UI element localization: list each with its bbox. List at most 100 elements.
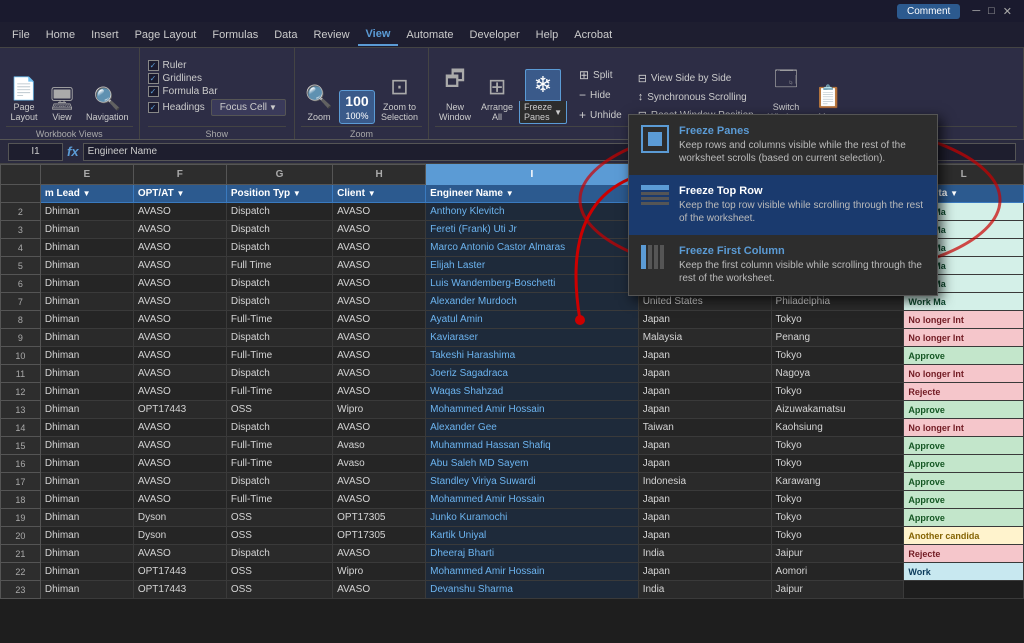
table-cell[interactable]: No longer Int: [904, 365, 1024, 383]
table-cell[interactable]: Dispatch: [226, 275, 332, 293]
headings-checkbox[interactable]: Headings: [148, 99, 205, 116]
table-cell[interactable]: Dispatch: [226, 365, 332, 383]
header-position[interactable]: Position Typ ▼: [226, 185, 332, 203]
table-cell[interactable]: Dispatch: [226, 221, 332, 239]
table-cell[interactable]: Approve: [904, 347, 1024, 365]
table-cell[interactable]: AVASO: [133, 347, 226, 365]
table-cell[interactable]: Dispatch: [226, 329, 332, 347]
table-cell[interactable]: Rejecte: [904, 545, 1024, 563]
table-cell[interactable]: Luis Wandemberg-Boschetti: [426, 275, 639, 293]
tab-home[interactable]: Home: [38, 25, 83, 45]
table-cell[interactable]: Wipro: [333, 563, 426, 581]
table-cell[interactable]: Dispatch: [226, 473, 332, 491]
table-cell[interactable]: Alexander Gee: [426, 419, 639, 437]
table-cell[interactable]: AVASO: [133, 437, 226, 455]
table-cell[interactable]: Avaso: [333, 437, 426, 455]
table-cell[interactable]: Dhiman: [40, 491, 133, 509]
table-cell[interactable]: [904, 581, 1024, 599]
table-cell[interactable]: Takeshi Harashima: [426, 347, 639, 365]
header-opt[interactable]: OPT/AT ▼: [133, 185, 226, 203]
tab-insert[interactable]: Insert: [83, 25, 127, 45]
close-btn[interactable]: ✕: [1003, 5, 1012, 18]
tab-help[interactable]: Help: [528, 25, 567, 45]
table-cell[interactable]: Tokyo: [771, 311, 904, 329]
table-cell[interactable]: Kaohsiung: [771, 419, 904, 437]
table-cell[interactable]: Dyson: [133, 509, 226, 527]
table-cell[interactable]: Aomori: [771, 563, 904, 581]
table-cell[interactable]: OSS: [226, 527, 332, 545]
table-cell[interactable]: Japan: [638, 509, 771, 527]
table-cell[interactable]: Dhiman: [40, 257, 133, 275]
table-cell[interactable]: AVASO: [333, 365, 426, 383]
table-cell[interactable]: AVASO: [333, 347, 426, 365]
table-cell[interactable]: Full-Time: [226, 491, 332, 509]
table-cell[interactable]: Muhammad Hassan Shafiq: [426, 437, 639, 455]
table-cell[interactable]: Joeriz Sagadraca: [426, 365, 639, 383]
table-cell[interactable]: Nagoya: [771, 365, 904, 383]
table-cell[interactable]: AVASO: [333, 257, 426, 275]
table-cell[interactable]: Junko Kuramochi: [426, 509, 639, 527]
table-cell[interactable]: AVASO: [133, 383, 226, 401]
table-cell[interactable]: Dyson: [133, 527, 226, 545]
table-cell[interactable]: Dhiman: [40, 563, 133, 581]
table-cell[interactable]: Dhiman: [40, 527, 133, 545]
focus-cell-btn[interactable]: Focus Cell▼: [211, 99, 286, 116]
table-cell[interactable]: OPT17443: [133, 401, 226, 419]
table-cell[interactable]: Abu Saleh MD Sayem: [426, 455, 639, 473]
tab-formulas[interactable]: Formulas: [204, 25, 266, 45]
table-cell[interactable]: Dispatch: [226, 239, 332, 257]
tab-automate[interactable]: Automate: [398, 25, 461, 45]
table-cell[interactable]: Tokyo: [771, 455, 904, 473]
table-cell[interactable]: OPT17305: [333, 527, 426, 545]
table-cell[interactable]: Dhiman: [40, 473, 133, 491]
table-cell[interactable]: Japan: [638, 437, 771, 455]
table-cell[interactable]: Dhiman: [40, 455, 133, 473]
table-cell[interactable]: Approve: [904, 437, 1024, 455]
table-cell[interactable]: Mohammed Amir Hossain: [426, 563, 639, 581]
table-cell[interactable]: Approve: [904, 455, 1024, 473]
table-cell[interactable]: Dhiman: [40, 203, 133, 221]
table-cell[interactable]: Full Time: [226, 257, 332, 275]
table-cell[interactable]: Dhiman: [40, 293, 133, 311]
col-e-header[interactable]: E: [40, 165, 133, 185]
table-cell[interactable]: AVASO: [333, 311, 426, 329]
freeze-panes-btn[interactable]: ❄ FreezePanes▼: [519, 69, 567, 124]
table-cell[interactable]: AVASO: [133, 239, 226, 257]
table-cell[interactable]: Karawang: [771, 473, 904, 491]
table-cell[interactable]: Japan: [638, 401, 771, 419]
table-cell[interactable]: Full-Time: [226, 437, 332, 455]
freeze-panes-item[interactable]: Freeze Panes Keep rows and columns visib…: [629, 115, 937, 175]
table-cell[interactable]: OPT17443: [133, 581, 226, 599]
zoom-btn[interactable]: 🔍 Zoom: [301, 82, 337, 124]
table-cell[interactable]: Approve: [904, 509, 1024, 527]
table-cell[interactable]: Dispatch: [226, 203, 332, 221]
table-cell[interactable]: Tokyo: [771, 527, 904, 545]
table-cell[interactable]: OPT17305: [333, 509, 426, 527]
zoom-100-btn[interactable]: 100 100%: [339, 90, 375, 124]
table-cell[interactable]: AVASO: [133, 365, 226, 383]
tab-page-layout[interactable]: Page Layout: [127, 25, 205, 45]
table-cell[interactable]: Japan: [638, 455, 771, 473]
table-cell[interactable]: AVASO: [133, 311, 226, 329]
table-cell[interactable]: AVASO: [133, 275, 226, 293]
table-cell[interactable]: OSS: [226, 581, 332, 599]
new-window-btn[interactable]: 🗗 NewWindow: [435, 60, 475, 124]
table-cell[interactable]: Elijah Laster: [426, 257, 639, 275]
table-cell[interactable]: AVASO: [333, 473, 426, 491]
table-cell[interactable]: Dhiman: [40, 509, 133, 527]
split-btn[interactable]: ⊞ Split: [573, 66, 628, 84]
table-cell[interactable]: Dhiman: [40, 437, 133, 455]
col-f-header[interactable]: F: [133, 165, 226, 185]
table-cell[interactable]: Japan: [638, 347, 771, 365]
table-cell[interactable]: Waqas Shahzad: [426, 383, 639, 401]
table-cell[interactable]: Marco Antonio Castor Almaras: [426, 239, 639, 257]
table-cell[interactable]: AVASO: [333, 239, 426, 257]
table-cell[interactable]: Full-Time: [226, 311, 332, 329]
name-box[interactable]: [8, 143, 63, 161]
table-cell[interactable]: AVASO: [133, 329, 226, 347]
table-cell[interactable]: Japan: [638, 365, 771, 383]
table-cell[interactable]: AVASO: [333, 581, 426, 599]
page-layout-btn[interactable]: 📄 PageLayout: [6, 76, 42, 124]
header-engineer[interactable]: Engineer Name ▼: [426, 185, 639, 203]
col-h-header[interactable]: H: [333, 165, 426, 185]
